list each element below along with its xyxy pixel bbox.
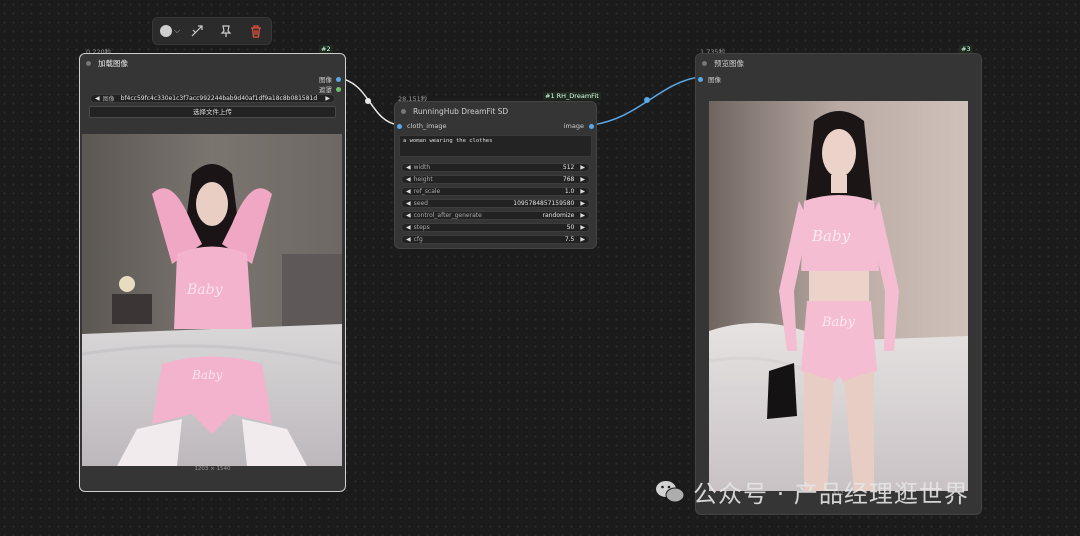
widget-label: 图像 [102, 96, 115, 103]
widget-value: bf4cc59fc4c330e1c3f7acc992244bab9d40af1d… [120, 95, 317, 102]
svg-text:Baby: Baby [821, 315, 856, 330]
widget-label: ref_scale [413, 188, 441, 195]
preview-image-node[interactable]: 预览图像 图像 Baby Baby 512 [695, 53, 982, 515]
width-widget[interactable]: ◀ width 512 ▶ [401, 163, 590, 172]
arrow-right-icon[interactable]: ▶ [580, 236, 585, 243]
collapse-dot[interactable] [702, 60, 707, 66]
widget-value: 1095784857159580 [513, 200, 575, 207]
link-midpoint[interactable] [644, 97, 650, 103]
output-port[interactable] [589, 123, 594, 129]
arrow-left-icon[interactable]: ◀ [406, 188, 411, 195]
node-id-badge: #3 [959, 45, 973, 53]
output-label: image [563, 122, 584, 130]
node-title: 加载图像 [98, 58, 128, 68]
node-title: 预览图像 [714, 58, 744, 68]
widget-value: 512 [562, 164, 575, 171]
input-image[interactable]: 图像 [698, 74, 721, 84]
seed-widget[interactable]: ◀ seed 1095784857159580 ▶ [401, 199, 590, 208]
image-size-caption: 1203 × 1540 [194, 466, 231, 472]
cfg-widget[interactable]: ◀ cfg 7.5 ▶ [401, 235, 590, 244]
collapse-dot[interactable] [86, 60, 91, 66]
widget-value: 7.5 [564, 236, 575, 243]
node-title: RunningHub DreamFit SD [413, 106, 509, 116]
node-id-badge: #2 [319, 45, 333, 53]
input-label: cloth_image [407, 122, 447, 130]
upload-button[interactable]: 选择文件上传 [89, 106, 336, 118]
collapse-dot[interactable] [401, 108, 406, 114]
loaded-image: Baby Baby [82, 134, 342, 466]
widget-label: steps [413, 224, 430, 231]
arrow-right-icon[interactable]: ▶ [580, 224, 585, 231]
arrow-right-icon[interactable]: ▶ [580, 212, 585, 219]
arrow-left-icon[interactable]: ◀ [406, 200, 411, 207]
arrow-left-icon[interactable]: ◀ [406, 224, 411, 231]
widget-value: randomize [542, 212, 575, 219]
node-header[interactable]: 预览图像 [696, 54, 981, 72]
output-port[interactable] [336, 86, 341, 92]
input-cloth-image[interactable]: cloth_image [397, 122, 447, 130]
link-midpoint[interactable] [365, 98, 371, 104]
node-header[interactable]: RunningHub DreamFit SD [395, 102, 596, 120]
load-image-node[interactable]: 加载图像 图像 遮罩 ◀ 图像 bf4cc59fc4c330e1c3f7acc9… [79, 53, 346, 492]
widget-label: cfg [413, 236, 423, 243]
input-port[interactable] [397, 123, 402, 129]
output-label: 遮罩 [319, 86, 332, 94]
prompt-textarea[interactable]: a woman wearing the clothes [399, 135, 592, 157]
arrow-left-icon[interactable]: ◀ [406, 212, 411, 219]
widget-value: 768 [562, 176, 575, 183]
widget-value: 50 [566, 224, 575, 231]
output-image[interactable]: image [564, 122, 594, 130]
arrow-left-icon[interactable]: ◀ [406, 236, 411, 243]
wechat-icon [656, 480, 685, 502]
node-header[interactable]: 加载图像 [80, 54, 345, 72]
widget-label: control_after_generate [413, 212, 482, 219]
svg-text:Baby: Baby [811, 227, 851, 245]
arrow-left-icon[interactable]: ◀ [406, 164, 411, 171]
output-port[interactable] [336, 76, 341, 82]
widget-label: width [413, 164, 431, 171]
widget-label: seed [413, 200, 428, 207]
image-file-combo[interactable]: ◀ 图像 bf4cc59fc4c330e1c3f7acc992244bab9d4… [90, 94, 335, 103]
arrow-right-icon[interactable]: ▶ [580, 164, 585, 171]
output-mask[interactable]: 遮罩 [319, 84, 341, 94]
widget-value: 1.0 [564, 188, 575, 195]
output-image[interactable]: 图像 [319, 74, 341, 84]
steps-widget[interactable]: ◀ steps 50 ▶ [401, 223, 590, 232]
control-after-generate-widget[interactable]: ◀ control_after_generate randomize ▶ [401, 211, 590, 220]
widget-label: height [413, 176, 433, 183]
svg-text:Baby: Baby [191, 368, 223, 382]
height-widget[interactable]: ◀ height 768 ▶ [401, 175, 590, 184]
arrow-left-icon[interactable]: ◀ [406, 176, 411, 183]
arrow-right-icon[interactable]: ▶ [325, 95, 330, 102]
preview-image: Baby Baby [709, 101, 968, 491]
watermark-text: 公众号 · 产品经理逛世界 [693, 480, 969, 508]
input-label: 图像 [708, 76, 721, 84]
dreamfit-node[interactable]: RunningHub DreamFit SD cloth_image image… [394, 101, 597, 249]
node-id-badge: #1 RH_DreamFit [543, 92, 601, 100]
arrow-left-icon[interactable]: ◀ [95, 95, 100, 102]
input-port[interactable] [698, 76, 703, 82]
ref-scale-widget[interactable]: ◀ ref_scale 1.0 ▶ [401, 187, 590, 196]
arrow-right-icon[interactable]: ▶ [580, 200, 585, 207]
watermark: 公众号 · 产品经理逛世界 [655, 474, 969, 509]
arrow-right-icon[interactable]: ▶ [580, 176, 585, 183]
svg-text:Baby: Baby [186, 282, 224, 298]
output-label: 图像 [319, 76, 332, 84]
arrow-right-icon[interactable]: ▶ [580, 188, 585, 195]
